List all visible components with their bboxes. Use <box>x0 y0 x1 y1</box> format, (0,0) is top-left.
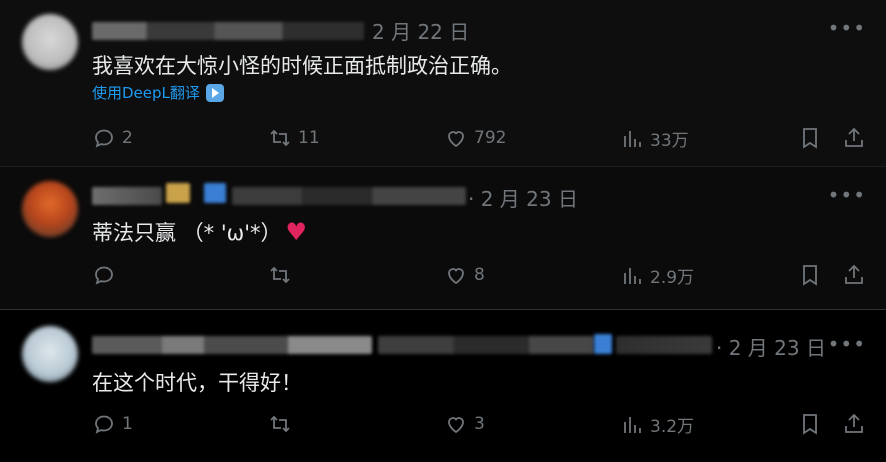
tweet-date[interactable]: · 2 月 23 日 <box>716 332 826 361</box>
views-chart-icon <box>624 416 641 433</box>
more-options-icon[interactable]: ••• <box>828 16 866 40</box>
share-button[interactable] <box>842 412 866 436</box>
reply-button[interactable]: 1 <box>92 412 133 436</box>
tweet-date[interactable]: 2 月 22 日 <box>372 16 469 45</box>
blurred-handle[interactable] <box>378 336 594 354</box>
reply-icon <box>95 129 113 148</box>
blurred-username[interactable] <box>92 336 372 354</box>
views-button[interactable]: 3.2万 <box>620 412 694 437</box>
reply-icon <box>95 415 113 434</box>
bookmark-icon <box>803 414 817 435</box>
avatar[interactable] <box>22 14 78 70</box>
views-button[interactable]: 33万 <box>620 126 689 151</box>
view-count: 3.2万 <box>650 417 695 437</box>
tweet[interactable]: · 2 月 23 日 ••• 在这个时代，干得好！ 1 3 3.2万 <box>0 309 886 462</box>
translate-link[interactable]: 使用DeepL翻译 <box>92 82 224 103</box>
like-button[interactable]: 3 <box>444 412 485 436</box>
reply-count: 1 <box>122 414 133 434</box>
tweet-date[interactable]: · 2 月 23 日 <box>468 183 578 212</box>
blurred-username[interactable] <box>92 187 162 205</box>
tweet-text: 在这个时代，干得好！ <box>92 371 302 395</box>
heart-icon <box>448 417 464 434</box>
heart-icon <box>448 268 464 285</box>
reply-count: 2 <box>122 128 133 148</box>
reply-button[interactable]: 2 <box>92 126 133 150</box>
blurred-handle[interactable] <box>616 336 712 354</box>
avatar[interactable] <box>22 326 78 382</box>
views-button[interactable]: 2.9万 <box>620 263 694 288</box>
tweet-text-content: 蒂法只赢 （* 'ω'*） <box>92 221 282 245</box>
bookmark-button[interactable] <box>798 263 822 287</box>
reply-button[interactable] <box>92 263 122 287</box>
translate-label[interactable]: 使用DeepL翻译 <box>92 82 200 103</box>
retweet-button[interactable]: 11 <box>268 126 320 150</box>
heart-icon <box>448 131 464 148</box>
retweet-icon <box>270 415 290 433</box>
views-chart-icon <box>624 267 641 284</box>
like-count: 8 <box>474 265 485 285</box>
retweet-count: 11 <box>298 128 320 148</box>
red-heart-emoji: ♥ <box>285 218 307 246</box>
blurred-badge <box>204 183 226 203</box>
share-icon <box>845 127 863 147</box>
view-count: 2.9万 <box>650 268 695 288</box>
more-options-icon[interactable]: ••• <box>828 332 866 356</box>
like-count: 3 <box>474 414 485 434</box>
tweet-actions: 1 3 3.2万 <box>92 412 872 440</box>
bookmark-button[interactable] <box>798 412 822 436</box>
share-button[interactable] <box>842 126 866 150</box>
blurred-badge <box>594 334 612 354</box>
like-button[interactable]: 792 <box>444 126 506 150</box>
tweet[interactable]: · 2 月 23 日 ••• 蒂法只赢 （* 'ω'*） ♥ 8 2.9万 <box>0 166 886 309</box>
like-button[interactable]: 8 <box>444 263 485 287</box>
retweet-button[interactable] <box>268 263 298 287</box>
more-options-icon[interactable]: ••• <box>828 183 866 207</box>
bookmark-button[interactable] <box>798 126 822 150</box>
deepl-icon <box>205 83 224 102</box>
tweet-actions: 2 11 792 33万 <box>92 126 872 154</box>
view-count: 33万 <box>650 131 689 151</box>
tweet-text: 蒂法只赢 （* 'ω'*） ♥ <box>92 217 307 247</box>
retweet-button[interactable] <box>268 412 298 436</box>
share-icon <box>845 413 863 433</box>
retweet-icon <box>270 266 290 284</box>
share-button[interactable] <box>842 263 866 287</box>
blurred-badge <box>166 183 190 203</box>
blurred-handle[interactable] <box>232 187 466 205</box>
reply-icon <box>95 266 113 285</box>
tweet-text: 我喜欢在大惊小怪的时候正面抵制政治正确。 <box>92 54 512 78</box>
retweet-icon <box>270 129 290 147</box>
share-icon <box>845 264 863 284</box>
blurred-username[interactable] <box>92 22 364 40</box>
bookmark-icon <box>803 265 817 286</box>
like-count: 792 <box>474 128 507 148</box>
avatar[interactable] <box>22 181 78 237</box>
bookmark-icon <box>803 128 817 149</box>
views-chart-icon <box>624 130 641 147</box>
tweet-actions: 8 2.9万 <box>92 263 872 291</box>
tweet[interactable]: 2 月 22 日 ••• 我喜欢在大惊小怪的时候正面抵制政治正确。 使用Deep… <box>0 0 886 166</box>
